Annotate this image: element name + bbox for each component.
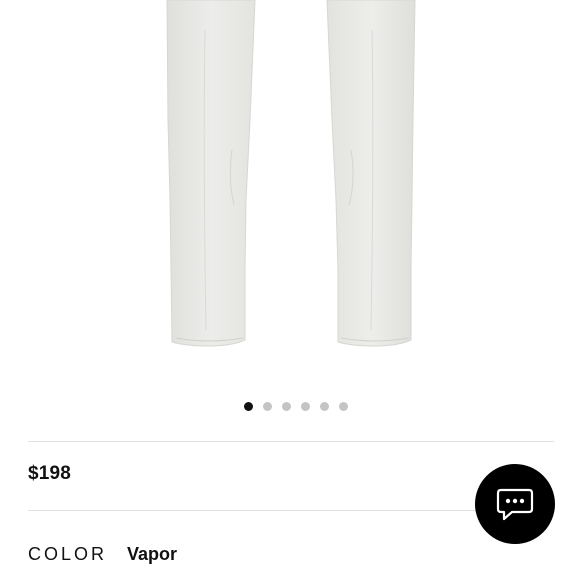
color-value: Vapor [127,544,178,564]
product-image [166,0,416,347]
pants-right-leg [326,0,416,347]
carousel-dots [0,402,580,411]
carousel-dot[interactable] [339,402,348,411]
carousel-dot[interactable] [320,402,329,411]
pants-left-leg [166,0,256,347]
carousel-dot[interactable] [244,402,253,411]
chat-button[interactable] [475,464,555,544]
carousel-dot[interactable] [282,402,291,411]
chat-bubble-icon [496,488,534,521]
color-label: COLOR [28,544,108,564]
color-row: COLOR Vapor [28,544,177,565]
carousel-dots-inner [244,402,348,411]
carousel-dot[interactable] [301,402,310,411]
product-price: $198 [28,463,72,484]
carousel-dot[interactable] [263,402,272,411]
divider-top [28,441,554,442]
